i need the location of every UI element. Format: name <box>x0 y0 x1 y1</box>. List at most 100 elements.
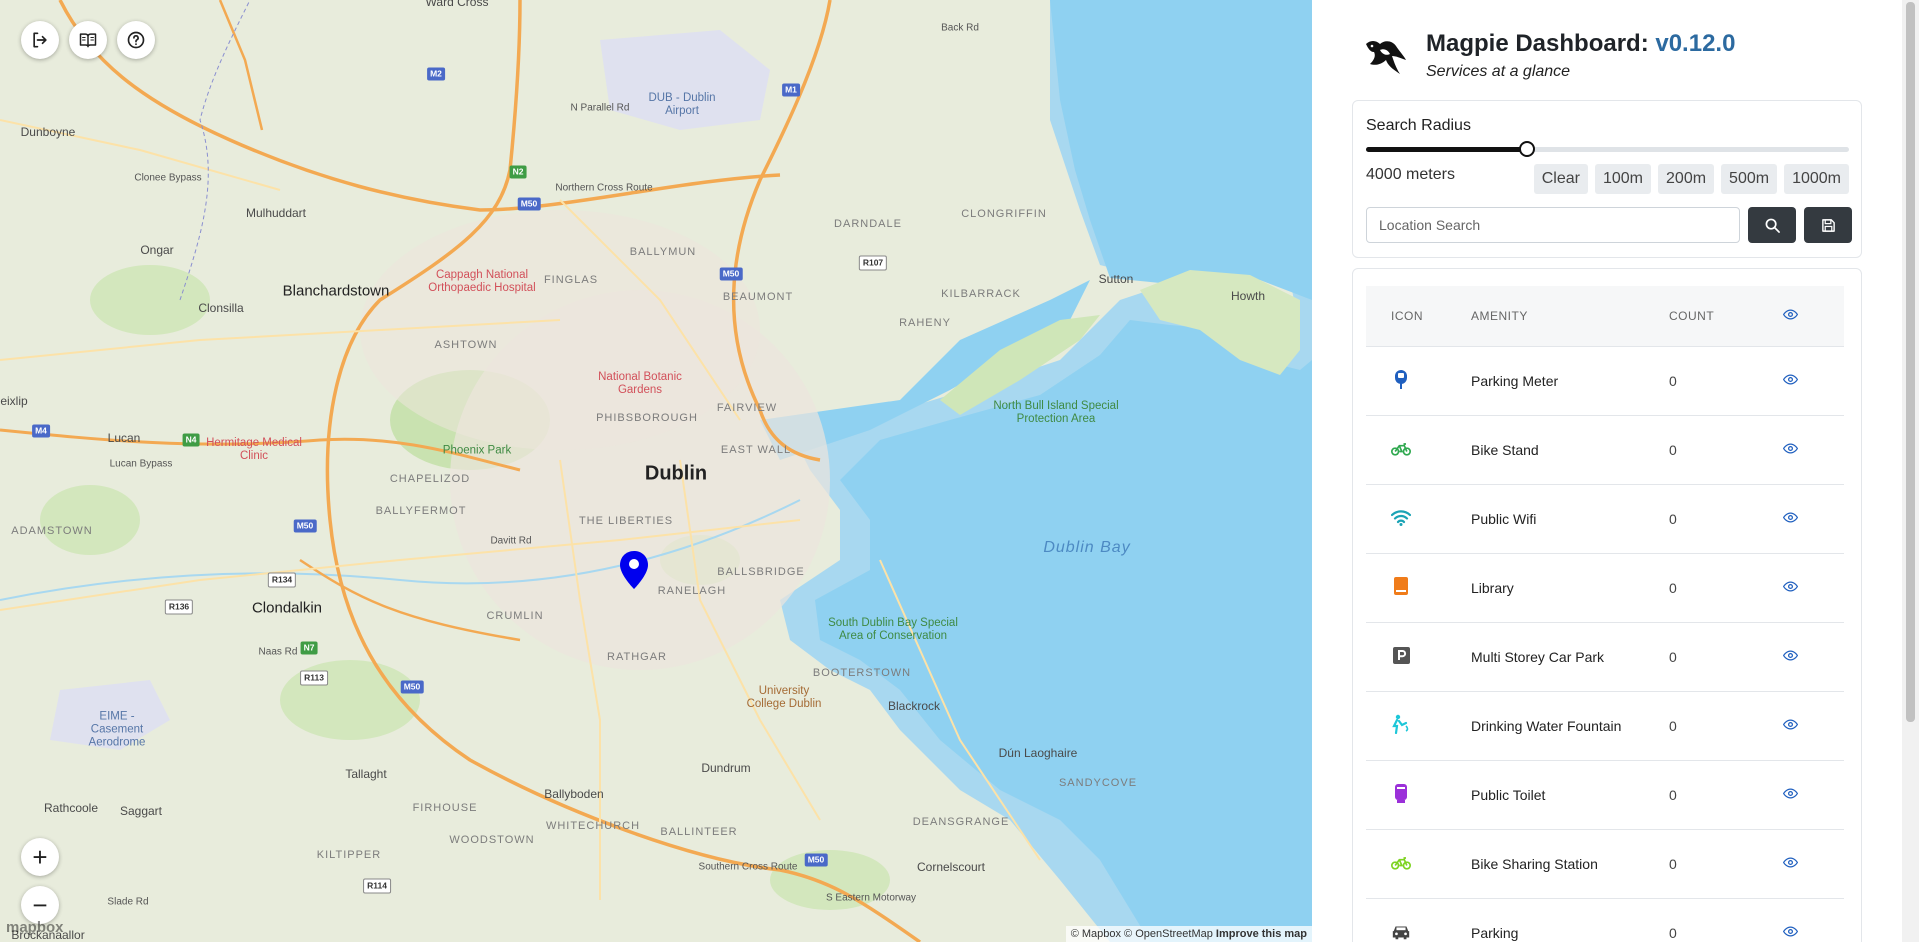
location-search-input[interactable] <box>1366 207 1740 243</box>
eye-icon <box>1783 511 1798 523</box>
map-label: ASHTOWN <box>434 339 498 351</box>
amenity-count: 0 <box>1644 346 1758 416</box>
table-row: Public Toilet 0 <box>1366 760 1844 830</box>
table-row: Parking 0 <box>1366 898 1844 942</box>
visibility-cell <box>1758 691 1844 761</box>
toggle-visibility-button[interactable] <box>1783 924 1798 939</box>
map-label: Naas Rd <box>258 646 298 658</box>
table-row: Multi Storey Car Park 0 <box>1366 622 1844 692</box>
car-icon <box>1391 922 1411 942</box>
amenity-count: 0 <box>1644 622 1758 692</box>
road-shield: N4 <box>182 433 200 447</box>
radius-slider[interactable] <box>1366 141 1849 157</box>
amenity-count: 0 <box>1644 898 1758 942</box>
amenity-name: Bike Stand <box>1446 415 1644 485</box>
road-shield: M1 <box>782 83 800 97</box>
amenity-name: Parking <box>1446 898 1644 942</box>
eye-icon <box>1783 787 1798 799</box>
preset-clear-button[interactable]: Clear <box>1533 164 1588 194</box>
preset-200m-button[interactable]: 200m <box>1658 164 1715 194</box>
preset-100m-button[interactable]: 100m <box>1594 164 1652 194</box>
zoom-in-button[interactable]: + <box>21 838 59 876</box>
map-label: Cappagh National Orthopaedic Hospital <box>428 269 536 294</box>
col-visibility-header[interactable] <box>1758 286 1844 347</box>
map-label: CRUMLIN <box>486 610 544 622</box>
help-button[interactable] <box>117 21 155 59</box>
map-label: CHAPELIZOD <box>389 473 471 485</box>
toggle-visibility-button[interactable] <box>1783 786 1798 801</box>
toggle-visibility-button[interactable] <box>1783 717 1798 732</box>
mapbox-logo[interactable]: mapbox <box>6 919 64 936</box>
map-label: Dublin <box>644 462 708 485</box>
table-row: Parking Meter 0 <box>1366 346 1844 416</box>
map-label: SANDYCOVE <box>1058 777 1138 789</box>
radius-value: 4000 meters <box>1366 166 1455 183</box>
map-label: BALLYMUN <box>629 246 697 258</box>
amenity-table: ICON AMENITY COUNT Parking Meter 0 Bike St… <box>1366 286 1844 942</box>
minus-icon: − <box>32 890 48 920</box>
toggle-visibility-button[interactable] <box>1783 855 1798 870</box>
amenity-name: Parking Meter <box>1446 346 1644 416</box>
radius-slider-handle[interactable] <box>1518 141 1535 157</box>
eye-icon <box>1783 718 1798 730</box>
toggle-visibility-button[interactable] <box>1783 579 1798 594</box>
toggle-visibility-button[interactable] <box>1783 372 1798 387</box>
search-radius-label: Search Radius <box>1366 117 1471 134</box>
preset-500m-button[interactable]: 500m <box>1721 164 1778 194</box>
water-fountain-icon <box>1391 714 1411 734</box>
guide-button[interactable] <box>69 21 107 59</box>
map-label: Blackrock <box>887 699 941 713</box>
eye-icon <box>1783 649 1798 661</box>
amenity-name: Multi Storey Car Park <box>1446 622 1644 692</box>
amenity-name: Bike Sharing Station <box>1446 829 1644 899</box>
scrollbar-thumb[interactable] <box>1906 2 1915 722</box>
map[interactable]: Ward Cross Back Rd N Parallel Rd DUB - Dubl… <box>0 0 1312 942</box>
map-label: Clonsilla <box>198 301 244 315</box>
map-label: Dún Laoghaire <box>998 746 1078 760</box>
table-row: Drinking Water Fountain 0 <box>1366 691 1844 761</box>
toggle-visibility-button[interactable] <box>1783 441 1798 456</box>
amenity-icon-cell <box>1366 829 1446 899</box>
preset-1000m-button[interactable]: 1000m <box>1784 164 1849 194</box>
map-label: THE LIBERTIES <box>578 515 674 527</box>
map-label: BALLSBRIDGE <box>717 566 805 578</box>
amenity-table-card: ICON AMENITY COUNT Parking Meter 0 Bike St… <box>1352 268 1862 942</box>
toggle-visibility-button[interactable] <box>1783 648 1798 663</box>
save-button[interactable] <box>1804 207 1852 243</box>
map-label: BALLINTEER <box>660 826 738 838</box>
map-label: Hermitage Medical Clinic <box>206 437 302 462</box>
road-shield: M50 <box>719 267 743 281</box>
map-label: Lucan Bypass <box>109 458 173 470</box>
road-shield: M2 <box>427 67 445 81</box>
map-label: DEANSGRANGE <box>912 816 1010 828</box>
location-pin-icon[interactable] <box>620 551 648 589</box>
version-label: v0.12.0 <box>1655 30 1736 57</box>
radius-slider-fill <box>1366 147 1527 152</box>
map-label: WHITECHURCH <box>545 820 641 832</box>
amenity-icon-cell <box>1366 622 1446 692</box>
map-label: Southern Cross Route <box>698 861 798 873</box>
amenity-name: Drinking Water Fountain <box>1446 691 1644 761</box>
road-shield: M50 <box>293 519 317 533</box>
improve-map-link[interactable]: Improve this map <box>1216 928 1307 940</box>
map-label: Phoenix Park <box>442 444 512 457</box>
amenity-icon-cell <box>1366 760 1446 830</box>
attribution-text[interactable]: © Mapbox © OpenStreetMap <box>1071 928 1213 940</box>
amenity-name: Library <box>1446 553 1644 623</box>
map-label: FINGLAS <box>543 274 599 286</box>
magpie-logo-icon <box>1366 41 1406 74</box>
map-label: KILTIPPER <box>316 849 382 861</box>
map-label: RANELAGH <box>657 585 727 597</box>
map-label: S Eastern Motorway <box>825 892 917 904</box>
logout-button[interactable] <box>21 21 59 59</box>
panel-scrollbar[interactable] <box>1902 0 1919 942</box>
map-label: Tallaght <box>345 767 387 781</box>
toggle-visibility-button[interactable] <box>1783 510 1798 525</box>
map-label: RAHENY <box>899 317 951 329</box>
search-button[interactable] <box>1748 207 1796 243</box>
title-text: Magpie Dashboard: <box>1426 30 1656 57</box>
visibility-cell <box>1758 898 1844 942</box>
map-label: Saggart <box>119 804 163 818</box>
radius-presets: Clear 100m 200m 500m 1000m <box>1533 164 1849 194</box>
map-label: CLONGRIFFIN <box>961 208 1047 220</box>
